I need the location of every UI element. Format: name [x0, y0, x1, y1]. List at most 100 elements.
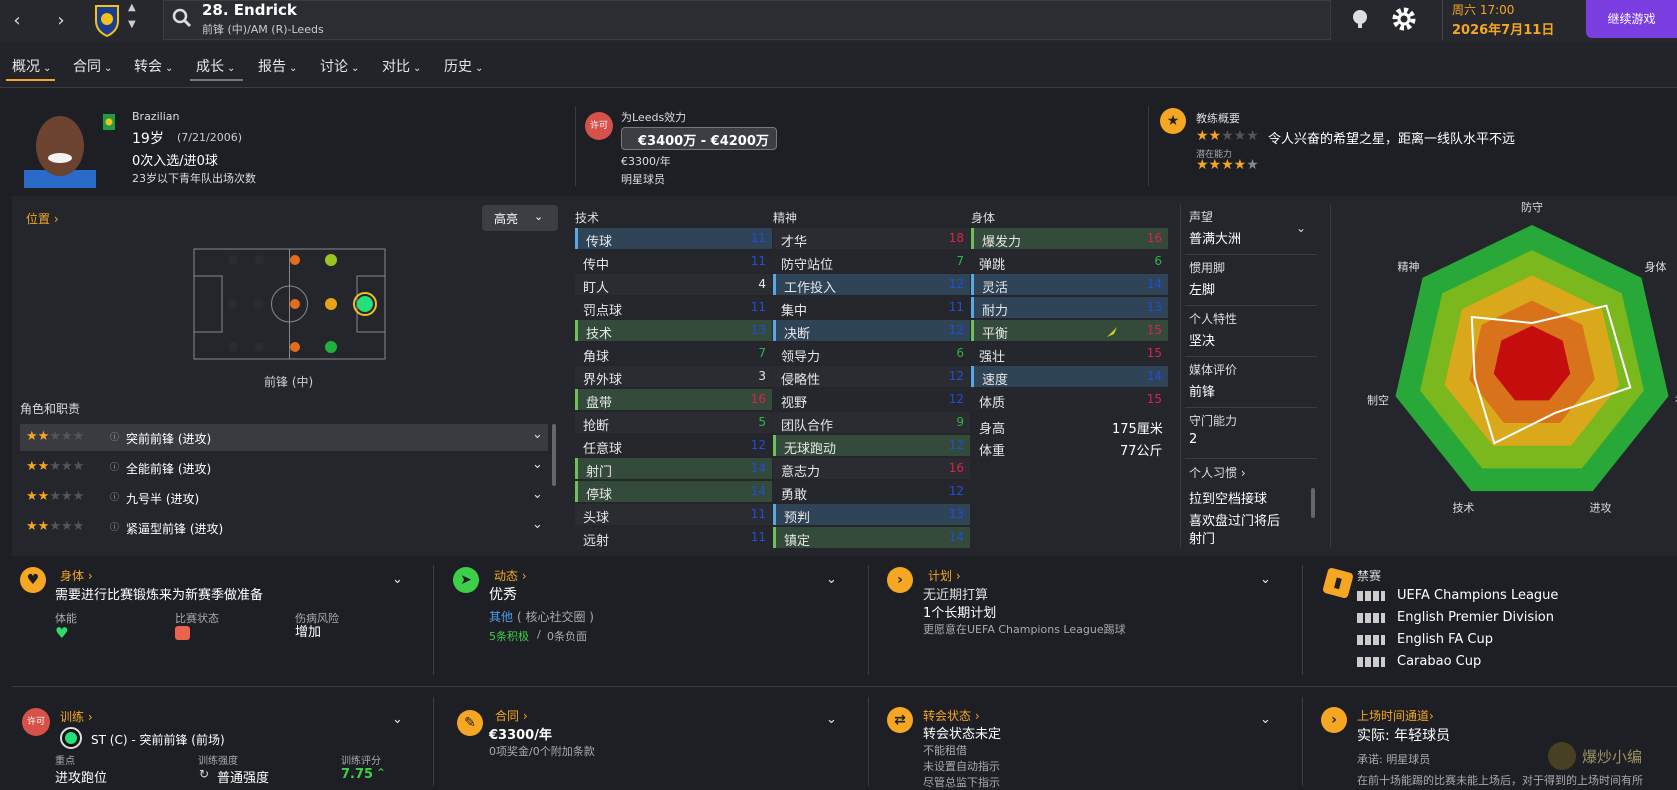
- chevron-down-icon[interactable]: ⌄: [392, 712, 403, 727]
- chevron-down-icon[interactable]: ⌄: [1260, 712, 1271, 727]
- contract-link[interactable]: 合同 ›: [495, 707, 528, 724]
- attribute-row[interactable]: 耐力 13: [971, 297, 1168, 319]
- role-row[interactable]: ★★★★★ ⓘ 紧逼型前锋 (进攻) ⌄: [20, 514, 548, 541]
- chevron-down-icon[interactable]: ⌄: [532, 457, 543, 472]
- attribute-row[interactable]: 平衡 15: [971, 320, 1168, 342]
- attribute-row[interactable]: 才华 18: [773, 228, 970, 250]
- continue-button[interactable]: 继续游戏: [1586, 0, 1677, 38]
- position-link[interactable]: 位置 ›: [26, 210, 59, 227]
- chevron-down-icon[interactable]: ⌄: [1260, 572, 1271, 587]
- tab-overview[interactable]: 概况 ⌄: [12, 56, 51, 76]
- attribute-row[interactable]: 视野 12: [773, 389, 970, 411]
- fitness-link[interactable]: 身体 ›: [60, 567, 93, 584]
- attribute-row[interactable]: 镇定 14: [773, 527, 970, 549]
- attribute-row[interactable]: 传球 11: [575, 228, 772, 250]
- attribute-row[interactable]: 盘带 16: [575, 389, 772, 411]
- attribute-row[interactable]: 预判 13: [773, 504, 970, 526]
- chevron-up-icon[interactable]: ▲: [128, 2, 136, 13]
- role-row[interactable]: ★★★★★ ⓘ 九号半 (进攻) ⌄: [20, 484, 548, 511]
- tab-discuss[interactable]: 讨论 ⌄: [320, 56, 359, 76]
- active-tab-indicator: [6, 79, 55, 81]
- chevron-down-icon[interactable]: ⌄: [532, 517, 543, 532]
- club-crest-icon[interactable]: [94, 3, 120, 37]
- attribute-row[interactable]: 体质 15: [971, 389, 1168, 411]
- attribute-row[interactable]: 远射 11: [575, 527, 772, 549]
- tab-history[interactable]: 历史 ⌄: [444, 56, 483, 76]
- attribute-row[interactable]: 意志力 16: [773, 458, 970, 480]
- attribute-row[interactable]: 盯人 4: [575, 274, 772, 296]
- attribute-row[interactable]: 弹跳 6: [971, 251, 1168, 273]
- info-icon[interactable]: ⓘ: [110, 520, 119, 533]
- training-link[interactable]: 训练 ›: [60, 708, 93, 725]
- back-icon[interactable]: ‹: [2, 6, 32, 36]
- role-row[interactable]: ★★★★★ ⓘ 突前前锋 (进攻) ⌄: [20, 424, 548, 451]
- social-group-link[interactable]: 其他: [489, 608, 513, 625]
- tab-reports[interactable]: 报告 ⌄: [258, 56, 297, 76]
- gear-icon[interactable]: [1391, 6, 1417, 32]
- search-icon[interactable]: [172, 8, 192, 28]
- info-icon[interactable]: ⓘ: [110, 430, 119, 443]
- attribute-row[interactable]: 侵略性 12: [773, 366, 970, 388]
- attribute-row[interactable]: 防守站位 7: [773, 251, 970, 273]
- attribute-row[interactable]: 灵活 14: [971, 274, 1168, 296]
- pathway-link[interactable]: 上场时间通道›: [1357, 707, 1434, 724]
- wage: €3300/年: [621, 155, 671, 168]
- attribute-row[interactable]: 停球 14: [575, 481, 772, 503]
- search-box[interactable]: [163, 0, 1331, 40]
- attribute-row[interactable]: 工作投入 12: [773, 274, 970, 296]
- attribute-row[interactable]: 团队合作 9: [773, 412, 970, 434]
- attribute-value: 3: [758, 369, 766, 383]
- attribute-row[interactable]: 头球 11: [575, 504, 772, 526]
- chevron-down-icon[interactable]: ⌄: [532, 487, 543, 502]
- attribute-value: 6: [956, 346, 964, 360]
- tab-compare[interactable]: 对比 ⌄: [382, 56, 421, 76]
- forward-icon[interactable]: ›: [46, 6, 76, 36]
- habit-item: 拉到空档接球: [1189, 492, 1268, 507]
- habits-scrollbar[interactable]: [1311, 488, 1315, 518]
- attribute-row[interactable]: 勇敢 12: [773, 481, 970, 503]
- tab-development[interactable]: 成长 ⌄: [196, 56, 235, 76]
- ban-card-icon: ▮: [1322, 567, 1354, 599]
- transfer-status-link[interactable]: 转会状态 ›: [923, 707, 980, 724]
- attribute-row[interactable]: 决断 12: [773, 320, 970, 342]
- chevron-down-icon[interactable]: ⌄: [826, 712, 837, 727]
- info-icon[interactable]: ⓘ: [110, 460, 119, 473]
- trophy-icon[interactable]: [1348, 7, 1372, 31]
- attribute-row[interactable]: 领导力 6: [773, 343, 970, 365]
- info-icon[interactable]: ⓘ: [110, 490, 119, 503]
- attribute-row[interactable]: 速度 14: [971, 366, 1168, 388]
- attribute-row[interactable]: 抢断 5: [575, 412, 772, 434]
- attribute-row[interactable]: 集中 11: [773, 297, 970, 319]
- attribute-row[interactable]: 界外球 3: [575, 366, 772, 388]
- watermark-logo: [1548, 742, 1576, 770]
- attribute-row[interactable]: 无球跑动 12: [773, 435, 970, 457]
- chevron-down-icon[interactable]: ⌄: [1296, 221, 1306, 235]
- attribute-row[interactable]: 爆发力 16: [971, 228, 1168, 250]
- roles-scrollbar[interactable]: [552, 424, 556, 486]
- attribute-row[interactable]: 技术 13: [575, 320, 772, 342]
- chevron-down-icon[interactable]: ⌄: [392, 572, 403, 587]
- tab-transfer[interactable]: 转会 ⌄: [134, 56, 173, 76]
- attribute-name: 领导力: [781, 350, 821, 365]
- attribute-row[interactable]: 罚点球 11: [575, 297, 772, 319]
- attribute-row[interactable]: 传中 11: [575, 251, 772, 273]
- tab-contract[interactable]: 合同 ⌄: [73, 56, 112, 76]
- trend-up-icon: ⌃: [376, 766, 387, 780]
- habits-link[interactable]: 个人习惯 ›: [1189, 464, 1246, 481]
- attribute-row[interactable]: 射门 14: [575, 458, 772, 480]
- chevron-down-icon[interactable]: ⌄: [532, 427, 543, 442]
- plan-link[interactable]: 计划 ›: [928, 567, 961, 584]
- trend-arrow-icon: [1107, 327, 1117, 337]
- chevron-down-icon[interactable]: ▼: [128, 19, 136, 30]
- youth-apps[interactable]: 23岁以下青年队出场次数: [132, 170, 256, 186]
- chevron-down-icon[interactable]: ⌄: [826, 572, 837, 587]
- training-title: 训练: [60, 710, 85, 724]
- attribute-name: 弹跳: [979, 258, 1006, 273]
- attribute-name: 预判: [784, 511, 811, 526]
- attribute-row[interactable]: 任意球 12: [575, 435, 772, 457]
- role-row[interactable]: ★★★★★ ⓘ 全能前锋 (进攻) ⌄: [20, 454, 548, 481]
- attribute-name: 平衡: [982, 327, 1009, 342]
- attribute-row[interactable]: 角球 7: [575, 343, 772, 365]
- attribute-row[interactable]: 强壮 15: [971, 343, 1168, 365]
- morale-link[interactable]: 动态 ›: [494, 567, 527, 584]
